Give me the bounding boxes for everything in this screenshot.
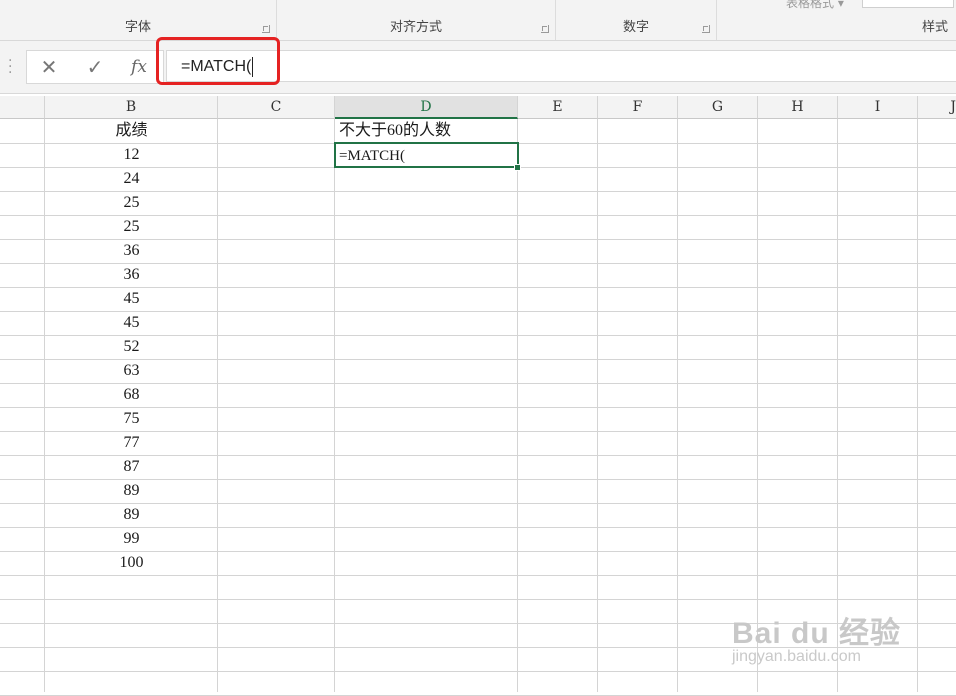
column-header-j[interactable]: J <box>918 96 956 119</box>
cell-b-value[interactable]: 52 <box>45 335 218 359</box>
column-header-c[interactable]: C <box>218 96 335 119</box>
column-header-b[interactable]: B <box>45 96 218 119</box>
column-line <box>758 119 838 692</box>
cell-b-value[interactable]: 77 <box>45 431 218 455</box>
column-header-i[interactable]: I <box>838 96 918 119</box>
cell-b-value[interactable]: 24 <box>45 167 218 191</box>
row-line <box>0 575 956 576</box>
cell-b-value[interactable]: 68 <box>45 383 218 407</box>
spreadsheet-grid[interactable]: B C D E F G H I J 成绩 12 24 25 25 36 36 45 45 52 6… <box>0 96 956 696</box>
column-line <box>518 119 598 692</box>
cell-b-value[interactable]: 87 <box>45 455 218 479</box>
column-header-f[interactable]: F <box>598 96 678 119</box>
formula-text: =MATCH( <box>181 58 252 75</box>
cell-b-value[interactable]: 45 <box>45 287 218 311</box>
column-line <box>598 119 678 692</box>
check-icon[interactable]: ✓ <box>83 55 107 79</box>
cell-b-value[interactable]: 36 <box>45 239 218 263</box>
column-header-d[interactable]: D <box>335 96 518 119</box>
cell-b-value[interactable]: 25 <box>45 215 218 239</box>
column-header-e[interactable]: E <box>518 96 598 119</box>
ribbon-group-label: 对齐方式 <box>389 20 442 35</box>
cell-b-value[interactable]: 63 <box>45 359 218 383</box>
ribbon-group-font: 字体 <box>0 0 277 40</box>
cell-b-value[interactable]: 89 <box>45 479 218 503</box>
dialog-launcher-icon[interactable] <box>541 25 549 33</box>
ribbon: 字体 对齐方式 数字 样式 表格格式 ▾ <box>0 0 956 41</box>
watermark: Bai du 经验 jingyan.baidu.com <box>732 608 901 666</box>
column-line <box>838 119 918 692</box>
cell-b-value[interactable]: 25 <box>45 191 218 215</box>
column-line <box>0 119 45 692</box>
grip-handle-icon[interactable]: · · · <box>8 54 12 80</box>
ribbon-group-number: 数字 <box>556 0 717 40</box>
column-line <box>218 119 335 692</box>
formula-input[interactable]: =MATCH( <box>166 50 956 82</box>
formula-buttons: ✕ ✓ fx <box>26 50 164 84</box>
cell-b-header[interactable]: 成绩 <box>45 119 218 143</box>
column-header-h[interactable]: H <box>758 96 838 119</box>
ribbon-group-label: 数字 <box>622 20 649 35</box>
row-line <box>0 599 956 600</box>
cell-b-value[interactable]: 45 <box>45 311 218 335</box>
column-line <box>335 119 518 692</box>
cell-b-value[interactable]: 99 <box>45 527 218 551</box>
ribbon-group-label: 样式 <box>921 20 948 35</box>
dialog-launcher-icon[interactable] <box>262 25 270 33</box>
close-icon[interactable]: ✕ <box>37 55 61 79</box>
column-header-g[interactable]: G <box>678 96 758 119</box>
ribbon-group-label: 字体 <box>124 20 151 35</box>
cell-b-value[interactable]: 36 <box>45 263 218 287</box>
cell-b-value[interactable]: 100 <box>45 551 218 575</box>
ribbon-group-alignment: 对齐方式 <box>277 0 556 40</box>
formula-bar: · · · ✕ ✓ fx =MATCH( <box>0 41 956 94</box>
style-gallery[interactable] <box>862 0 954 8</box>
cell-b-value[interactable]: 75 <box>45 407 218 431</box>
baidu-jingyan-logo: Bai du 经验 <box>732 617 902 650</box>
text-caret <box>252 56 254 77</box>
table-style-button[interactable]: 表格格式 ▾ <box>786 0 844 11</box>
fill-handle[interactable] <box>514 164 521 171</box>
cell-d1[interactable]: 不大于60的人数 <box>339 119 517 143</box>
cell-b-value[interactable]: 89 <box>45 503 218 527</box>
dialog-launcher-icon[interactable] <box>702 25 710 33</box>
row-line <box>0 671 956 672</box>
column-line <box>678 119 758 692</box>
cell-b-value[interactable]: 12 <box>45 143 218 167</box>
column-header-a[interactable] <box>0 96 45 119</box>
active-cell-text: =MATCH( <box>339 148 405 164</box>
insert-function-icon[interactable]: fx <box>127 55 151 79</box>
active-cell[interactable]: =MATCH( <box>334 142 519 168</box>
